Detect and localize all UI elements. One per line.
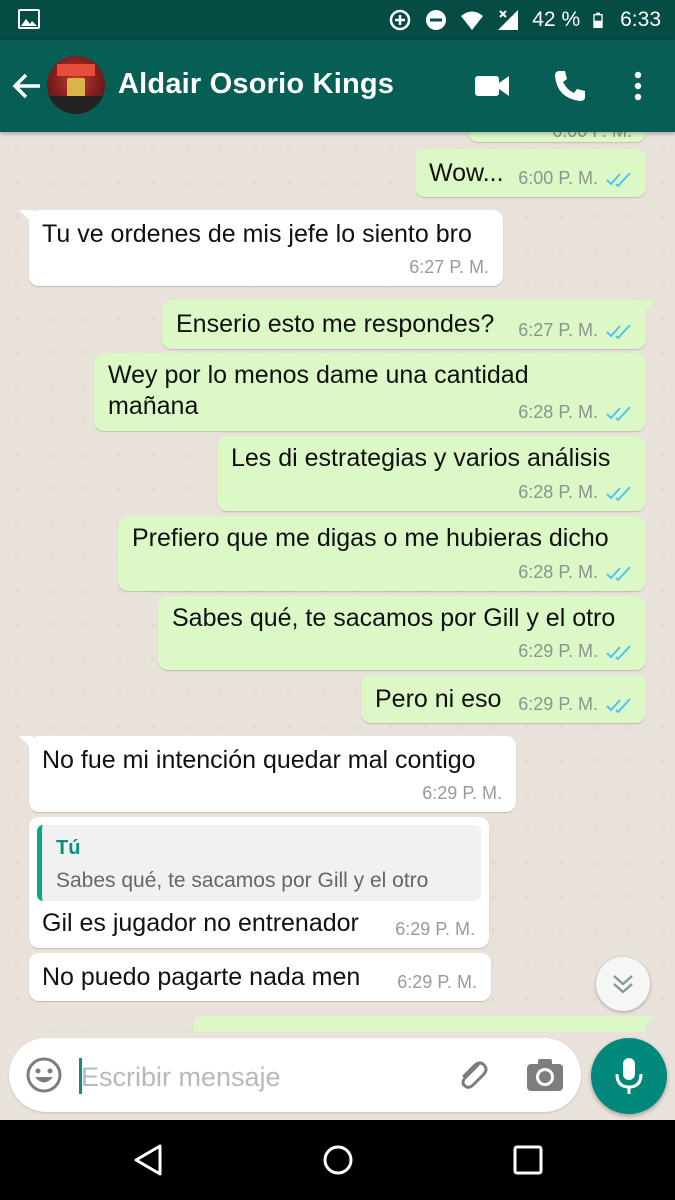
double-check-icon [606,565,631,581]
do-not-disturb-icon [426,10,447,30]
message-bubble-outgoing[interactable]: Prefiero que me digas o me hubieras dich… [118,516,646,591]
home-nav-icon[interactable] [320,1142,356,1178]
more-vert-icon[interactable] [620,68,656,104]
battery-percent: 42 % [532,8,581,31]
clock: 6:33 [620,8,661,31]
message-time: 6:00 P. M. [518,168,598,188]
avatar[interactable] [47,56,105,114]
double-check-icon [606,697,631,713]
message-bubble-outgoing[interactable]: 6:00 P. M. [468,132,646,142]
quoted-author: Tú [56,837,81,859]
message-bubble-incoming[interactable]: No fue mi intención quedar mal contigo 6… [19,736,516,812]
status-bar: 42 % 6:33 [0,0,675,40]
message-input[interactable]: Escribir mensaje [81,1062,281,1093]
message-list[interactable]: 6:00 P. M. Wow... 6:00 P. M. Tu ve orden… [0,132,675,1032]
message-time: 6:27 P. M. [409,257,489,277]
voice-message-button[interactable] [591,1038,667,1114]
message-text: Prefiero que me digas o me hubieras dich… [132,524,609,552]
double-check-icon [606,323,631,339]
back-nav-icon[interactable] [130,1142,166,1178]
message-text-line: Wey por lo menos dame una cantidad [108,361,529,389]
message-bubble-outgoing[interactable] [193,1016,656,1032]
chat-header: Aldair Osorio Kings [0,40,675,132]
message-meta: 6:29 P. M. [518,694,632,715]
message-time: 6:29 P. M. [397,972,477,992]
message-time: 6:28 P. M. [518,402,598,422]
message-bubble-outgoing[interactable]: Les di estrategias y varios análisis 6:2… [217,436,646,511]
gallery-icon [18,9,40,29]
message-time: 6:28 P. M. [518,482,598,502]
message-text: No fue mi intención quedar mal contigo [42,746,476,774]
video-call-icon[interactable] [474,68,510,104]
message-bubble-incoming-reply[interactable]: Tú Sabes qué, te sacamos por Gill y el o… [29,817,489,948]
wifi-icon [461,11,484,30]
quoted-text: Sabes qué, te sacamos por Gill y el otro [56,869,429,892]
message-time: 6:00 P. M. [552,132,632,142]
camera-icon[interactable] [525,1056,565,1094]
back-arrow-icon[interactable] [10,70,44,102]
message-bubble-outgoing[interactable]: Wow... 6:00 P. M. [415,149,646,197]
message-text: Sabes qué, te sacamos por Gill y el otro [172,604,616,632]
message-meta: 6:27 P. M. [518,320,632,341]
message-time: 6:29 P. M. [518,641,598,661]
message-input-container[interactable]: Escribir mensaje [9,1038,581,1112]
message-text: Gil es jugador no entrenador [42,909,359,937]
message-meta: 6:28 P. M. [518,562,632,583]
message-text: No puedo pagarte nada men [42,963,361,991]
message-time: 6:28 P. M. [518,562,598,582]
recents-nav-icon[interactable] [510,1142,546,1178]
double-check-icon [606,171,631,187]
message-bubble-outgoing[interactable]: Sabes qué, te sacamos por Gill y el otro… [158,596,646,670]
double-chevron-down-icon [613,975,633,994]
system-navigation-bar [0,1120,675,1200]
compose-bar: Escribir mensaje [0,1032,675,1120]
message-text-line: mañana [108,392,199,420]
signal-icon [498,10,519,30]
message-bubble-outgoing[interactable]: Pero ni eso 6:29 P. M. [361,675,646,723]
message-text: Wow... [429,159,504,187]
message-meta: 6:28 P. M. [518,482,632,503]
message-text: Enserio esto me respondes? [176,310,495,338]
message-time: 6:29 P. M. [518,694,598,714]
emoji-icon[interactable] [25,1056,63,1094]
message-bubble-incoming[interactable]: Tu ve ordenes de mis jefe lo siento bro … [19,210,503,286]
scroll-to-bottom-button[interactable] [596,957,650,1011]
message-text: Les di estrategias y varios análisis [231,444,611,472]
phone-icon[interactable] [552,68,588,104]
message-time: 6:27 P. M. [518,320,598,340]
double-check-icon [606,644,631,660]
message-meta: 6:29 P. M. [518,641,632,662]
message-bubble-outgoing[interactable]: Wey por lo menos dame una cantidad mañan… [94,353,646,431]
data-saver-icon [390,9,411,31]
contact-name[interactable]: Aldair Osorio Kings [118,68,394,101]
message-bubble-outgoing[interactable]: Enserio esto me respondes? 6:27 P. M. [162,300,656,349]
microphone-icon [615,1058,643,1094]
attach-icon[interactable] [454,1056,492,1094]
double-check-icon [606,405,631,421]
message-meta: 6:28 P. M. [518,402,632,423]
message-text: Pero ni eso [375,685,502,713]
message-time: 6:29 P. M. [422,783,502,803]
double-check-icon [606,485,631,501]
message-meta: 6:00 P. M. [518,168,632,189]
message-time: 6:29 P. M. [395,919,475,939]
quoted-message[interactable]: Tú Sabes qué, te sacamos por Gill y el o… [37,825,481,901]
message-bubble-incoming[interactable]: No puedo pagarte nada men 6:29 P. M. [29,953,491,1001]
message-text: Tu ve ordenes de mis jefe lo siento bro [42,220,472,248]
battery-icon [593,12,603,28]
